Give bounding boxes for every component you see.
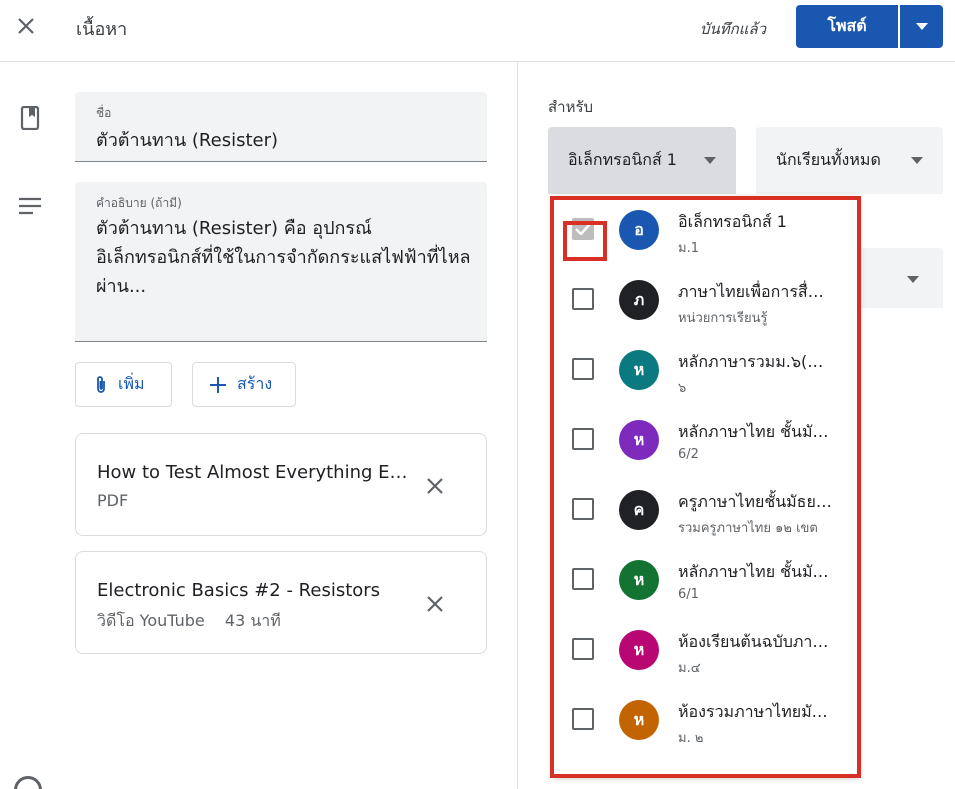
description-field-value[interactable]: ตัวต้านทาน (Resister) คือ อุปกรณ์อิเล็กท… (96, 214, 476, 301)
attachment-title[interactable]: How to Test Almost Everything Electronic (97, 462, 409, 483)
class-checkbox[interactable] (572, 638, 594, 660)
panel-divider (517, 62, 518, 789)
post-button[interactable]: โพสต์ (796, 5, 898, 48)
class-checkbox[interactable] (572, 358, 594, 380)
paperclip-icon (97, 375, 105, 393)
class-checkbox[interactable] (572, 288, 594, 310)
description-field-label: คำอธิบาย (ถ้ามี) (96, 196, 182, 210)
attachment-meta: วิดีโอ YouTube 43 นาที (97, 609, 281, 634)
class-name: ครูภาษาไทยชั้นมัธยมศึกษา (678, 492, 833, 511)
page-title: เนื้อหา (76, 19, 128, 40)
dropdown-arrow-icon (907, 276, 919, 283)
close-icon[interactable] (12, 12, 40, 40)
class-name: หลักภาษารวมม.๖(ภาษาไทย) (678, 352, 833, 371)
description-lines-icon (16, 192, 44, 220)
attachment-type: PDF (97, 491, 129, 510)
class-option[interactable]: ห หลักภาษาไทย ชั้นมัธยมศึกษา 6/1 (553, 546, 859, 616)
class-checkbox[interactable] (572, 498, 594, 520)
class-checkbox[interactable] (572, 568, 594, 590)
create-button-label: สร้าง (237, 374, 273, 393)
class-name: อิเล็กทรอนิกส์ 1 (678, 212, 787, 231)
attachment-duration: 43 นาที (224, 611, 281, 630)
students-select-value: นักเรียนทั้งหมด (776, 150, 881, 169)
class-avatar: ห (619, 630, 659, 670)
title-field[interactable]: ชื่อ ตัวต้านทาน (Resister) (75, 92, 487, 162)
attachment-title[interactable]: Electronic Basics #2 - Resistors (97, 580, 409, 601)
dropdown-arrow-icon (911, 157, 923, 164)
class-name: ห้องรวมภาษาไทยมัธยม (678, 702, 833, 721)
description-field[interactable]: คำอธิบาย (ถ้ามี) ตัวต้านทาน (Resister) ค… (75, 182, 487, 342)
attachment-type: วิดีโอ YouTube (97, 611, 205, 630)
class-section: รวมครูภาษาไทย ๑๒ เขต (678, 521, 818, 536)
add-attachment-button[interactable]: เพิ่ม (75, 362, 172, 407)
class-checkbox[interactable] (572, 428, 594, 450)
class-section: หน่วยการเรียนรู้ (678, 311, 768, 326)
class-section: ม.1 (678, 241, 699, 256)
class-section: ๖ (678, 381, 687, 396)
class-avatar: ห (619, 700, 659, 740)
class-option[interactable]: ห ห้องรวมภาษาไทยมัธยม ม. ๒ (553, 686, 859, 756)
class-option[interactable]: ภ ภาษาไทยเพื่อการสื่อสาร หน่วยการเรียนรู… (553, 266, 859, 336)
class-section: 6/2 (678, 447, 699, 462)
class-select[interactable]: อิเล็กทรอนิกส์ 1 (548, 127, 736, 194)
class-avatar: ค (619, 490, 659, 530)
class-checkbox[interactable] (572, 218, 594, 240)
students-select[interactable]: นักเรียนทั้งหมด (756, 127, 943, 194)
saved-status: บันทึกแล้ว (700, 20, 767, 38)
post-options-button[interactable] (900, 5, 943, 48)
class-name: หลักภาษาไทย ชั้นมัธยมศึกษา (678, 562, 833, 581)
class-avatar: อ (619, 210, 659, 250)
attachment-card[interactable]: Electronic Basics #2 - Resistors วิดีโอ … (75, 551, 487, 654)
class-option[interactable]: ห หลักภาษารวมม.๖(ภาษาไทย) ๖ (553, 336, 859, 406)
class-name: ภาษาไทยเพื่อการสื่อสาร (678, 282, 833, 301)
class-avatar: ห (619, 350, 659, 390)
remove-attachment-icon[interactable] (421, 590, 449, 618)
class-option[interactable]: ห หลักภาษาไทย ชั้นมัธยมศึกษา 6/2 (553, 406, 859, 476)
help-icon[interactable] (14, 776, 42, 789)
plus-icon (210, 376, 226, 393)
for-label: สำหรับ (548, 98, 594, 116)
remove-attachment-icon[interactable] (421, 472, 449, 500)
class-avatar: ห (619, 420, 659, 460)
class-name: หลักภาษาไทย ชั้นมัธยมศึกษา (678, 422, 833, 441)
dropdown-arrow-icon (704, 157, 716, 164)
check-icon (575, 223, 591, 235)
class-section: 6/1 (678, 587, 699, 602)
class-option[interactable]: อ อิเล็กทรอนิกส์ 1 ม.1 (553, 196, 859, 266)
caret-down-icon (915, 22, 928, 30)
class-option[interactable]: ค ครูภาษาไทยชั้นมัธยมศึกษา รวมครูภาษาไทย… (553, 476, 859, 546)
bookmark-icon (16, 104, 44, 132)
create-button[interactable]: สร้าง (192, 362, 296, 407)
title-field-label: ชื่อ (96, 106, 112, 120)
class-name: ห้องเรียนต้นฉบับภาษาไทย (678, 632, 833, 651)
class-section: ม.๔ (678, 661, 701, 676)
attachment-card[interactable]: How to Test Almost Everything Electronic… (75, 433, 487, 536)
class-avatar: ห (619, 560, 659, 600)
add-button-label: เพิ่ม (118, 374, 145, 393)
class-checkbox[interactable] (572, 708, 594, 730)
class-select-value: อิเล็กทรอนิกส์ 1 (568, 150, 677, 169)
class-section: ม. ๒ (678, 731, 704, 746)
class-avatar: ภ (619, 280, 659, 320)
title-field-value[interactable]: ตัวต้านทาน (Resister) (96, 125, 278, 154)
class-option[interactable]: ห ห้องเรียนต้นฉบับภาษาไทย ม.๔ (553, 616, 859, 686)
top-bar: เนื้อหา บันทึกแล้ว โพสต์ (0, 0, 955, 62)
